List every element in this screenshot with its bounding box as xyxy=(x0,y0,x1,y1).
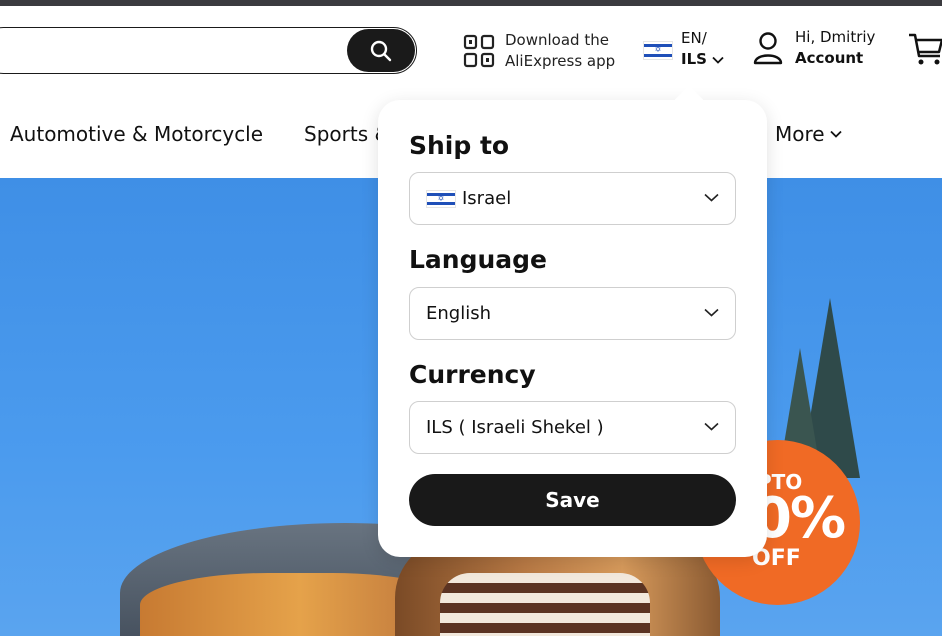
ship-to-select[interactable]: ✡ Israel xyxy=(409,172,736,225)
account-label: Account xyxy=(795,49,864,67)
account-text: Hi, Dmitriy Account xyxy=(795,27,875,69)
chevron-down-icon xyxy=(712,56,724,64)
language-value: English xyxy=(426,303,491,324)
download-app-link[interactable]: Download the AliExpress app xyxy=(463,30,615,72)
banner-sweater xyxy=(440,573,650,636)
ship-to-title: Ship to xyxy=(409,131,510,160)
qr-code-icon xyxy=(463,34,495,68)
user-icon xyxy=(753,32,783,65)
currency-value: ILS ( Israeli Shekel ) xyxy=(426,417,604,438)
israel-flag-icon: ✡ xyxy=(426,189,456,208)
currency-select[interactable]: ILS ( Israeli Shekel ) xyxy=(409,401,736,454)
ship-to-popup: Ship to ✡ Israel Language English Curren… xyxy=(378,100,767,557)
nav-item-more[interactable]: More xyxy=(775,122,842,146)
chevron-down-icon xyxy=(704,193,719,202)
cart-icon[interactable] xyxy=(907,32,942,66)
search-button[interactable] xyxy=(347,29,415,72)
nav-more-label: More xyxy=(775,122,825,146)
currency-title: Currency xyxy=(409,360,536,389)
language-title: Language xyxy=(409,245,548,274)
download-app-line1: Download the xyxy=(505,31,609,49)
nav-item-automotive[interactable]: Automotive & Motorcycle xyxy=(10,122,263,146)
download-app-text: Download the AliExpress app xyxy=(505,30,615,72)
chevron-down-icon xyxy=(704,308,719,317)
account-greeting: Hi, Dmitriy xyxy=(795,28,876,46)
save-button[interactable]: Save xyxy=(409,474,736,526)
language-code: EN/ xyxy=(681,29,707,47)
account-menu[interactable]: Hi, Dmitriy Account xyxy=(753,27,875,69)
chevron-down-icon xyxy=(704,422,719,431)
currency-code: ILS xyxy=(681,50,707,68)
israel-flag-icon: ✡ xyxy=(643,40,673,60)
search-icon xyxy=(370,40,392,61)
chevron-down-icon xyxy=(829,130,842,138)
browser-top-bar xyxy=(0,0,942,6)
language-currency-text: EN/ ILS xyxy=(681,28,724,70)
language-select[interactable]: English xyxy=(409,287,736,340)
language-currency-switch[interactable]: ✡ EN/ ILS xyxy=(643,28,724,70)
ship-to-value: Israel xyxy=(462,188,512,209)
download-app-line2: AliExpress app xyxy=(505,52,616,70)
